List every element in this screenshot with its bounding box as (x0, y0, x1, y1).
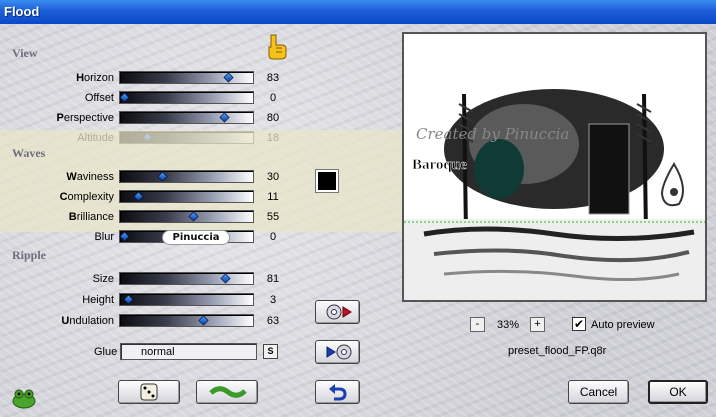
waves-value-complexity[interactable]: 11 (262, 191, 284, 203)
slider-thumb[interactable] (123, 294, 134, 305)
preview-watermark: Created by Pinuccia (416, 125, 569, 143)
slider-thumb[interactable] (220, 273, 231, 284)
ripple-row-size: Size 81 (0, 272, 300, 288)
waves-section-title: Waves (12, 146, 46, 160)
zoom-in-button[interactable]: + (530, 317, 545, 332)
ripple-slider-height[interactable] (119, 293, 254, 306)
waves-label-brilliance: Brilliance (68, 211, 114, 223)
title-bar: Flood (0, 0, 716, 24)
ripple-value-undulation[interactable]: 63 (262, 315, 284, 327)
ok-button-label: OK (669, 385, 687, 399)
slider-thumb[interactable] (156, 171, 168, 182)
reset-button[interactable] (315, 380, 360, 404)
slider-thumb[interactable] (198, 315, 209, 326)
view-value-offset[interactable]: 0 (262, 92, 284, 104)
view-slider-horizon[interactable] (119, 71, 254, 84)
glue-label: Glue (94, 346, 118, 358)
ripple-label-height: Height (82, 294, 114, 306)
glue-lock-button[interactable]: S (263, 344, 278, 359)
load-preset-icon (326, 304, 352, 320)
auto-preview-label: Auto preview (591, 319, 655, 331)
slider-thumb[interactable] (223, 72, 234, 83)
waves-slider-complexity[interactable] (119, 190, 254, 203)
wave-color-swatch[interactable] (315, 169, 339, 193)
ripple-value-size[interactable]: 81 (262, 273, 284, 285)
pointing-hand-icon (268, 34, 287, 60)
view-value-perspective[interactable]: 80 (262, 112, 284, 124)
waves-row-waviness: Waviness 30 (0, 170, 300, 186)
wave-preset-button[interactable] (196, 380, 258, 404)
view-value-horizon[interactable]: 83 (262, 72, 284, 84)
load-preset-button[interactable] (315, 300, 360, 324)
dice-icon (140, 383, 158, 401)
wave-icon (209, 386, 247, 398)
zoom-out-button[interactable]: - (470, 317, 485, 332)
view-row-horizon: Horizon 83 (0, 71, 300, 87)
view-row-offset: Offset 0 (0, 91, 300, 107)
ripple-label-undulation: Undulation (61, 315, 114, 327)
preview-panel[interactable]: Created by Pinuccia Baroque (402, 32, 707, 302)
ripple-value-height[interactable]: 3 (262, 294, 284, 306)
ripple-row-undulation: Undulation 63 (0, 314, 300, 330)
waves-label-blur: Blur (94, 231, 114, 243)
ripple-row-height: Height 3 (0, 293, 300, 309)
auto-preview-checkbox[interactable]: ✔ (572, 317, 586, 331)
cancel-button[interactable]: Cancel (568, 380, 629, 404)
undo-arrow-icon (329, 384, 347, 401)
waves-row-complexity: Complexity 11 (0, 190, 300, 206)
view-label-perspective: Perspective (56, 112, 114, 124)
slider-thumb[interactable] (119, 231, 130, 242)
waves-row-blur: Blur 0 (0, 230, 300, 246)
view-slider-perspective[interactable] (119, 111, 254, 124)
view-label-horizon: Horizon (76, 72, 114, 84)
view-section-title: View (12, 46, 38, 60)
slider-thumb[interactable] (219, 112, 230, 123)
waves-value-waviness[interactable]: 30 (262, 171, 284, 183)
ripple-label-size: Size (92, 273, 114, 285)
slider-thumb[interactable] (119, 92, 130, 103)
waves-row-brilliance: Brilliance 55 (0, 210, 300, 226)
randomize-button[interactable] (118, 380, 180, 404)
waves-slider-brilliance[interactable] (119, 210, 254, 223)
frog-logo-icon (12, 389, 36, 409)
save-preset-button[interactable] (315, 340, 360, 364)
preview-image: Created by Pinuccia Baroque (404, 34, 705, 300)
view-label-offset: Offset (84, 92, 114, 104)
view-slider-offset[interactable] (119, 91, 254, 104)
preview-title-text: Baroque (412, 157, 467, 173)
flood-dialog: View Horizon83Offset0Perspective80Altitu… (0, 24, 716, 417)
waves-value-brilliance[interactable]: 55 (262, 211, 284, 223)
slider-thumb[interactable] (188, 211, 199, 222)
author-signature: Pinuccia (162, 230, 230, 245)
cancel-button-label: Cancel (579, 385, 618, 399)
zoom-level: 33% (497, 319, 520, 331)
ok-button[interactable]: OK (648, 380, 708, 404)
waves-label-complexity: Complexity (59, 191, 114, 203)
view-row-perspective: Perspective 80 (0, 111, 300, 127)
glue-select[interactable]: normal (120, 343, 257, 360)
window-title: Flood (4, 4, 40, 19)
ripple-slider-undulation[interactable] (119, 314, 254, 327)
waves-slider-waviness[interactable] (119, 170, 254, 183)
ripple-section-title: Ripple (12, 248, 47, 262)
checkmark-icon: ✔ (573, 317, 585, 331)
waves-value-blur[interactable]: 0 (262, 231, 284, 243)
ripple-slider-size[interactable] (119, 272, 254, 285)
slider-thumb[interactable] (133, 191, 144, 202)
save-preset-icon (326, 344, 352, 360)
waves-label-waviness: Waviness (66, 171, 114, 183)
preset-filename: preset_flood_FP.q8r (508, 345, 607, 357)
